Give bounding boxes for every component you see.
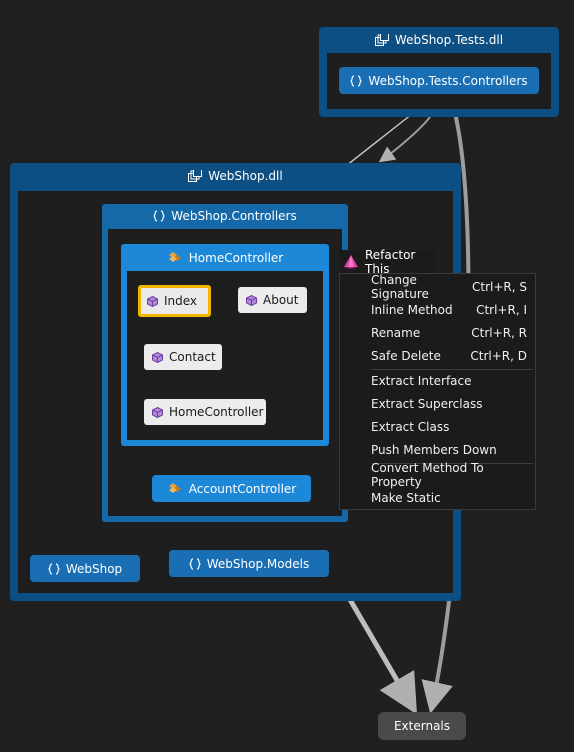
menu-item-make-static[interactable]: Make Static [340,486,535,509]
method-icon [152,351,163,363]
member-label: Index [164,294,198,308]
member-about[interactable]: About [238,287,307,313]
menu-item-label: Convert Method To Property [371,460,484,489]
member-label: Contact [169,350,216,364]
menu-item-label: Rename [371,325,421,340]
member-homecontroller-ctor[interactable]: HomeController [144,399,266,425]
externals-label: Externals [393,719,451,733]
menu-item-push-members-down[interactable]: Push Members Down [340,438,535,461]
method-icon [147,295,158,307]
menu-item-change-signature[interactable]: Change Signature Ctrl+R, S [340,272,535,301]
namespace-icon [153,210,165,222]
menu-item-label: Make Static [371,490,441,505]
accountcontroller-label: AccountController [188,481,297,496]
menu-item-label: Change Signature [371,272,429,301]
webshop-assembly-title: WebShop.dll [208,169,283,183]
menu-item-inline-method[interactable]: Inline Method Ctrl+R, I [340,298,535,321]
models-namespace-label: WebShop.Models [206,556,310,571]
member-contact[interactable]: Contact [144,344,222,370]
member-index[interactable]: Index [138,285,211,317]
menu-item-shortcut: Ctrl+R, R [471,325,527,340]
refactor-icon [343,254,359,270]
menu-item-label: Extract Class [371,419,450,434]
menu-item-rename[interactable]: Rename Ctrl+R, R [340,321,535,344]
menu-item-label: Inline Method [371,302,453,317]
method-icon [152,406,163,418]
menu-item-extract-class[interactable]: Extract Class [340,415,535,438]
menu-item-label: Extract Interface [371,373,472,388]
menu-item-label: Push Members Down [371,442,497,457]
menu-item-extract-interface[interactable]: Extract Interface [340,369,535,392]
namespace-icon [350,74,363,87]
webshop-namespace-label: WebShop [65,561,123,576]
tests-assembly[interactable]: WebShop.Tests.dll WebShop.Tests.Controll… [319,27,559,117]
tests-assembly-header: WebShop.Tests.dll [319,27,559,53]
menu-item-safe-delete[interactable]: Safe Delete Ctrl+R, D [340,344,535,367]
models-namespace-node[interactable]: WebShop.Models [169,550,329,577]
namespace-icon [189,557,201,570]
menu-item-shortcut: Ctrl+R, D [470,348,527,363]
menu-item-convert-method-to-property[interactable]: Convert Method To Property [340,460,535,489]
homecontroller-title: HomeController [188,250,284,265]
namespace-icon [48,562,60,575]
tests-assembly-title: WebShop.Tests.dll [394,33,504,47]
webshop-assembly-header: WebShop.dll [10,163,461,189]
method-icon [246,294,257,306]
member-label: HomeController [169,405,264,419]
externals-node[interactable]: Externals [378,712,466,740]
controllers-namespace-header: WebShop.Controllers [102,204,348,228]
class-icon [167,251,183,265]
homecontroller-header: HomeController [121,244,329,271]
menu-item-shortcut: Ctrl+R, S [472,279,527,294]
menu-item-label: Extract Superclass [371,396,483,411]
member-label: About [263,293,299,307]
accountcontroller-class[interactable]: AccountController [152,475,311,502]
tests-namespace-node[interactable]: WebShop.Tests.Controllers [339,67,539,94]
refactor-context-menu: Change Signature Ctrl+R, S Inline Method… [339,273,536,510]
tests-namespace-label: WebShop.Tests.Controllers [368,73,528,88]
webshop-namespace-node[interactable]: WebShop [30,555,140,582]
edge-tests-to-webshop-dll [378,116,431,163]
assembly-icon [374,34,389,46]
menu-item-shortcut: Ctrl+R, I [476,302,527,317]
controllers-namespace-title: WebShop.Controllers [171,209,297,223]
class-icon [167,482,183,496]
assembly-icon [188,170,203,182]
menu-item-label: Safe Delete [371,348,441,363]
menu-item-extract-superclass[interactable]: Extract Superclass [340,392,535,415]
refactor-this-header[interactable]: Refactor This [339,248,436,276]
